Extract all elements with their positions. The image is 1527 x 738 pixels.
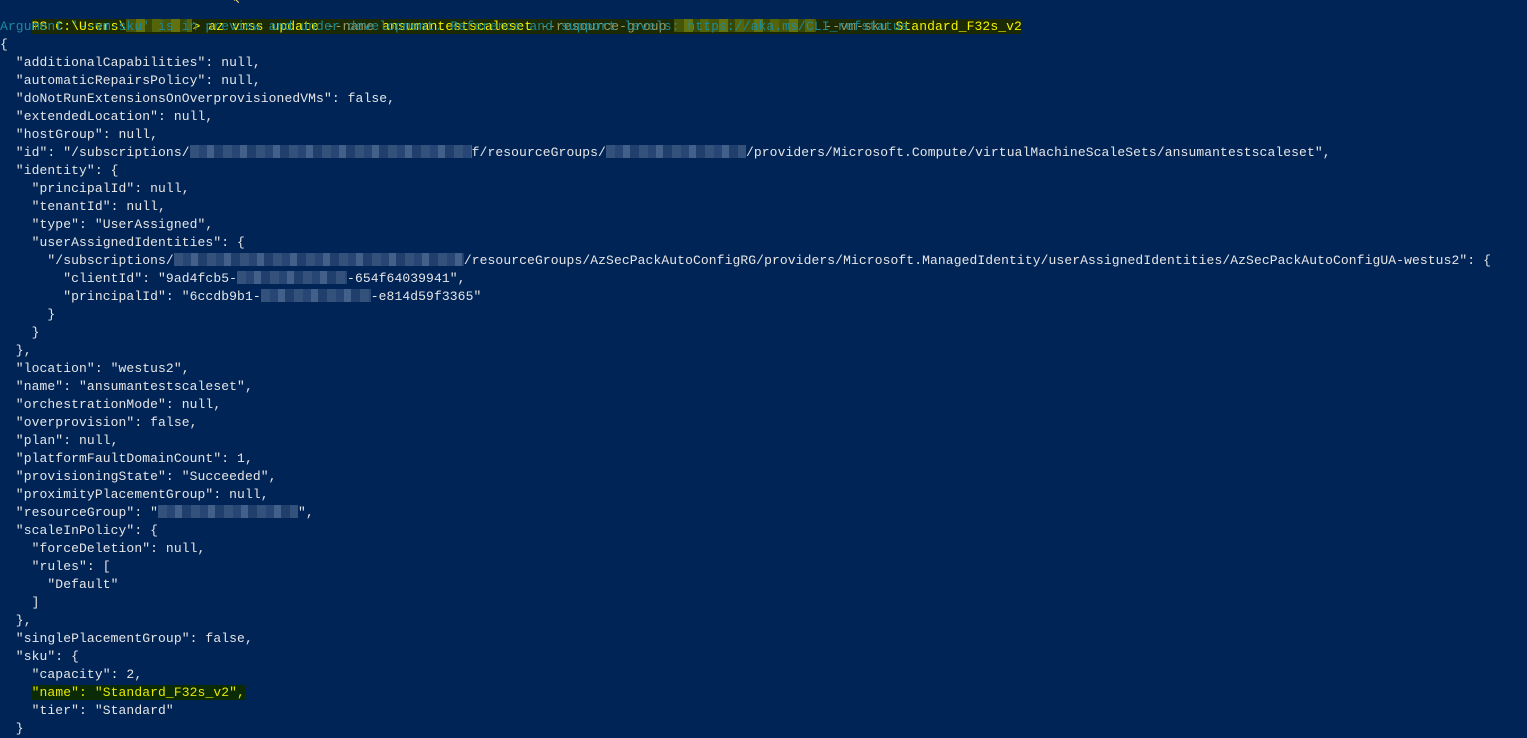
text-segment: /resourceGroups/AzSecPackAutoConfigRG/pr… bbox=[463, 253, 1491, 268]
json-output-line: } bbox=[0, 721, 24, 736]
text-segment: -654f64039941", bbox=[347, 271, 466, 286]
json-output-line: "id": "/subscriptions/f/resourceGroups/ /… bbox=[0, 144, 1331, 162]
json-output-line: "name": "Standard_F32s_v2", bbox=[0, 684, 245, 702]
json-output-line: "userAssignedIdentities": { bbox=[0, 235, 245, 250]
json-output-line: "sku": { bbox=[0, 649, 80, 664]
json-output-line: "scaleInPolicy": { bbox=[0, 523, 159, 538]
json-output-line: } bbox=[0, 325, 40, 340]
json-output-line: "proximityPlacementGroup": null, bbox=[0, 487, 269, 502]
text-segment: "clientId": "9ad4fcb5- bbox=[0, 271, 238, 286]
command-line[interactable]: PS C:\Users\ > az vmss update --name ansu… bbox=[0, 0, 1022, 34]
json-output-line: } bbox=[0, 307, 56, 322]
text-segment bbox=[0, 685, 32, 700]
json-output-line: "tenantId": null, bbox=[0, 199, 166, 214]
text-segment: -e814d59f3365" bbox=[370, 289, 482, 304]
redacted-value bbox=[158, 505, 299, 518]
json-output-line: "additionalCapabilities": null, bbox=[0, 55, 261, 70]
json-output-line: "Default" bbox=[0, 577, 119, 592]
json-output-line: ] bbox=[0, 595, 40, 610]
json-output-line: "plan": null, bbox=[0, 433, 119, 448]
text-segment: /providers/Microsoft.Compute/virtualMach… bbox=[745, 145, 1331, 160]
json-output-line: "singlePlacementGroup": false, bbox=[0, 631, 253, 646]
redacted-value bbox=[237, 271, 348, 284]
preview-warning: Argument '--vm-sku' is in preview and un… bbox=[0, 19, 909, 34]
text-segment: "resourceGroup": " bbox=[0, 505, 159, 520]
json-output-line: "automaticRepairsPolicy": null, bbox=[0, 73, 261, 88]
json-output-line: "extendedLocation": null, bbox=[0, 109, 214, 124]
json-output-line: "hostGroup": null, bbox=[0, 127, 159, 142]
json-output-line: "doNotRunExtensionsOnOverprovisionedVMs"… bbox=[0, 91, 396, 106]
json-output-line: "orchestrationMode": null, bbox=[0, 397, 222, 412]
json-output-line: "clientId": "9ad4fcb5- -654f64039941", bbox=[0, 270, 466, 288]
json-output-line: "principalId": null, bbox=[0, 181, 190, 196]
text-segment: f/resourceGroups/ bbox=[471, 145, 606, 160]
json-output-line: "forceDeletion": null, bbox=[0, 541, 206, 556]
json-output-line: "/subscriptions/ /resourceGroups/AzSecPac… bbox=[0, 252, 1491, 270]
json-output-line: "platformFaultDomainCount": 1, bbox=[0, 451, 253, 466]
json-output-line: }, bbox=[0, 343, 32, 358]
text-segment: ", bbox=[298, 505, 314, 520]
json-output-line: }, bbox=[0, 613, 32, 628]
json-output-line: "tier": "Standard" bbox=[0, 703, 174, 718]
redacted-value bbox=[605, 145, 746, 158]
highlighted-sku-name: "name": "Standard_F32s_v2", bbox=[31, 685, 245, 700]
powershell-console[interactable]: ↖ PS C:\Users\ > az vmss update --name an… bbox=[0, 0, 1527, 736]
json-output-line: { bbox=[0, 37, 8, 52]
json-output-line: "provisioningState": "Succeeded", bbox=[0, 469, 277, 484]
text-segment: "id": "/subscriptions/ bbox=[0, 145, 190, 160]
redacted-value bbox=[260, 289, 371, 302]
json-output-line: "name": "ansumantestscaleset", bbox=[0, 379, 253, 394]
json-output-line: "type": "UserAssigned", bbox=[0, 217, 214, 232]
redacted-value bbox=[189, 145, 472, 158]
json-output-line: "overprovision": false, bbox=[0, 415, 198, 430]
json-output-line: "capacity": 2, bbox=[0, 667, 143, 682]
vm-sku-value: Standard_F32s_v2 bbox=[895, 19, 1022, 34]
text-segment: "principalId": "6ccdb9b1- bbox=[0, 289, 261, 304]
json-output-line: "resourceGroup": " ", bbox=[0, 504, 314, 522]
redacted-value bbox=[173, 253, 464, 266]
json-output-line: "principalId": "6ccdb9b1- -e814d59f3365" bbox=[0, 288, 481, 306]
json-output-line: "rules": [ bbox=[0, 559, 111, 574]
text-segment: "/subscriptions/ bbox=[0, 253, 174, 268]
json-output-line: "location": "westus2", bbox=[0, 361, 190, 376]
json-output-line: "identity": { bbox=[0, 163, 119, 178]
